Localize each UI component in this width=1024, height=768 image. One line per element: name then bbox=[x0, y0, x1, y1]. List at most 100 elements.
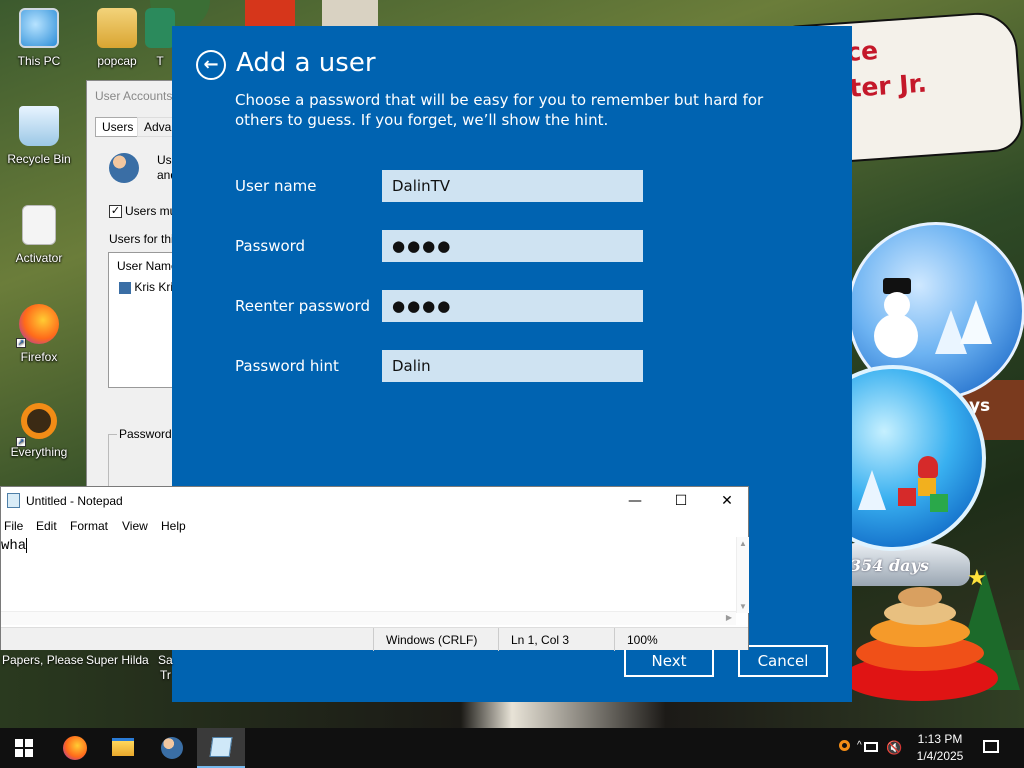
notepad-text-area[interactable]: wha bbox=[1, 537, 737, 613]
background-sign bbox=[322, 0, 378, 28]
shortcut-arrow-icon: ↗ bbox=[16, 437, 26, 447]
users-icon bbox=[109, 153, 139, 183]
firefox-icon bbox=[63, 736, 87, 760]
menu-file[interactable]: File bbox=[4, 519, 23, 533]
menu-help[interactable]: Help bbox=[161, 519, 186, 533]
status-position: Ln 1, Col 3 bbox=[511, 633, 570, 647]
notepad-statusbar: Windows (CRLF) Ln 1, Col 3 100% bbox=[1, 627, 748, 651]
status-separator bbox=[614, 628, 615, 651]
reenter-password-field[interactable]: ●●●● bbox=[382, 290, 643, 322]
user-name-field[interactable]: DalinTV bbox=[382, 170, 643, 202]
maximize-button[interactable]: ☐ bbox=[658, 487, 704, 516]
password-hint-label: Password hint bbox=[235, 357, 339, 375]
desktop-icon-everything[interactable]: ↗ Everything bbox=[2, 403, 76, 459]
desktop-icon-firefox[interactable]: ↗ Firefox bbox=[2, 304, 76, 364]
magnifier-icon bbox=[21, 403, 57, 439]
desktop-icon-this-pc[interactable]: This PC bbox=[2, 8, 76, 68]
scroll-right-arrow-icon[interactable]: ▶ bbox=[726, 613, 732, 622]
password-hint-field[interactable]: Dalin bbox=[382, 350, 643, 382]
gift-icon bbox=[930, 494, 948, 512]
desktop-icon-label: Activator bbox=[15, 251, 63, 265]
clock-date[interactable]: 1/4/2025 bbox=[910, 749, 970, 763]
desktop-icon-recycle-bin[interactable]: Recycle Bin bbox=[2, 106, 76, 166]
text-cursor bbox=[26, 538, 28, 553]
desktop-icon-papers-please[interactable]: Papers, Please bbox=[2, 653, 83, 667]
reenter-password-label: Reenter password bbox=[235, 297, 370, 315]
folder-icon bbox=[112, 738, 134, 756]
taskbar-notepad[interactable] bbox=[197, 728, 245, 768]
desktop-icon-label: T bbox=[156, 54, 164, 68]
menu-view[interactable]: View bbox=[122, 519, 148, 533]
password-field[interactable]: ●●●● bbox=[382, 230, 643, 262]
taskbar: ^ 🔇 1:13 PM 1/4/2025 bbox=[0, 728, 1024, 768]
volume-muted-icon[interactable]: 🔇 bbox=[886, 740, 902, 756]
desktop-icon-partial-label[interactable]: Tr bbox=[160, 668, 171, 682]
status-zoom: 100% bbox=[627, 633, 658, 647]
group-label: Password f bbox=[117, 427, 181, 441]
taskbar-user-accounts[interactable] bbox=[148, 728, 196, 768]
gift-icon bbox=[898, 488, 916, 506]
user-name-label: User name bbox=[235, 177, 317, 195]
notepad-titlebar[interactable]: Untitled - Notepad — ☐ ✕ bbox=[1, 487, 748, 517]
users-must-enter-checkbox[interactable]: ✓ bbox=[109, 205, 122, 218]
close-button[interactable]: ✕ bbox=[704, 487, 750, 516]
folder-icon bbox=[97, 8, 137, 48]
app-icon bbox=[145, 8, 175, 48]
notepad-content: wha bbox=[1, 538, 27, 555]
recycle-bin-icon bbox=[19, 106, 59, 146]
taskbar-firefox[interactable] bbox=[51, 728, 99, 768]
desktop-icon-activator[interactable]: Activator bbox=[2, 205, 76, 265]
start-button[interactable] bbox=[0, 728, 48, 768]
document-icon bbox=[22, 205, 56, 245]
horizontal-scrollbar[interactable]: ▶ bbox=[1, 611, 736, 625]
users-list-heading: Users for thi bbox=[109, 232, 174, 246]
column-header[interactable]: User Name bbox=[117, 259, 178, 273]
computer-icon bbox=[19, 8, 59, 48]
cone-ornament bbox=[840, 585, 1000, 703]
user-icon bbox=[119, 281, 131, 294]
network-icon[interactable] bbox=[864, 740, 880, 756]
search-icon[interactable] bbox=[839, 740, 855, 756]
list-item[interactable]: Kris Krin bbox=[119, 280, 180, 294]
minimize-button[interactable]: — bbox=[612, 487, 658, 516]
notepad-window[interactable]: Untitled - Notepad — ☐ ✕ File Edit Forma… bbox=[0, 486, 749, 651]
taskbar-file-explorer[interactable] bbox=[99, 728, 147, 768]
password-row: Password ●●●● bbox=[235, 230, 675, 262]
menu-edit[interactable]: Edit bbox=[36, 519, 57, 533]
notepad-icon bbox=[209, 737, 233, 757]
vertical-scrollbar[interactable]: ▲ ▼ bbox=[736, 537, 749, 613]
snow-globe-tree bbox=[858, 470, 886, 510]
snow-globe-tree bbox=[960, 300, 992, 344]
desktop-icon-label: popcap bbox=[97, 54, 137, 68]
desktop-icon-label: This PC bbox=[17, 54, 61, 68]
user-name-row: User name DalinTV bbox=[235, 170, 675, 202]
desktop-icon-label: Recycle Bin bbox=[7, 152, 71, 166]
santa-icon bbox=[918, 456, 938, 478]
back-arrow-icon[interactable]: ← bbox=[196, 50, 226, 80]
reenter-password-row: Reenter password ●●●● bbox=[235, 290, 675, 322]
notepad-title: Untitled - Notepad bbox=[26, 494, 123, 508]
menu-format[interactable]: Format bbox=[70, 519, 108, 533]
desktop-icon-label: Everything bbox=[10, 445, 68, 459]
desktop-icon-super-hilda[interactable]: Super Hilda bbox=[86, 653, 149, 667]
notification-center-icon[interactable] bbox=[983, 740, 999, 756]
desktop-icon-label: Firefox bbox=[20, 350, 58, 364]
windows-logo-icon bbox=[15, 739, 33, 757]
notepad-menubar: File Edit Format View Help bbox=[1, 517, 748, 537]
cancel-button[interactable]: Cancel bbox=[738, 645, 828, 677]
dialog-description: Choose a password that will be easy for … bbox=[235, 91, 764, 129]
snow-globe-counter-label: 354 days bbox=[850, 556, 929, 575]
dialog-title: Add a user bbox=[236, 48, 376, 78]
scroll-up-arrow-icon[interactable]: ▲ bbox=[739, 539, 747, 548]
password-hint-row: Password hint Dalin bbox=[235, 350, 675, 382]
checkbox-label: Users mu bbox=[125, 204, 177, 218]
clock-time[interactable]: 1:13 PM bbox=[910, 732, 970, 746]
status-encoding: Windows (CRLF) bbox=[386, 633, 478, 647]
window-title: User Accounts bbox=[95, 89, 173, 103]
snowman-icon bbox=[874, 278, 918, 358]
desktop-icon-partial-label[interactable]: Sa bbox=[158, 653, 173, 667]
tab-users[interactable]: Users bbox=[95, 117, 141, 137]
users-icon bbox=[161, 737, 183, 759]
background-red-sign bbox=[245, 0, 295, 28]
scroll-down-arrow-icon[interactable]: ▼ bbox=[739, 602, 747, 611]
